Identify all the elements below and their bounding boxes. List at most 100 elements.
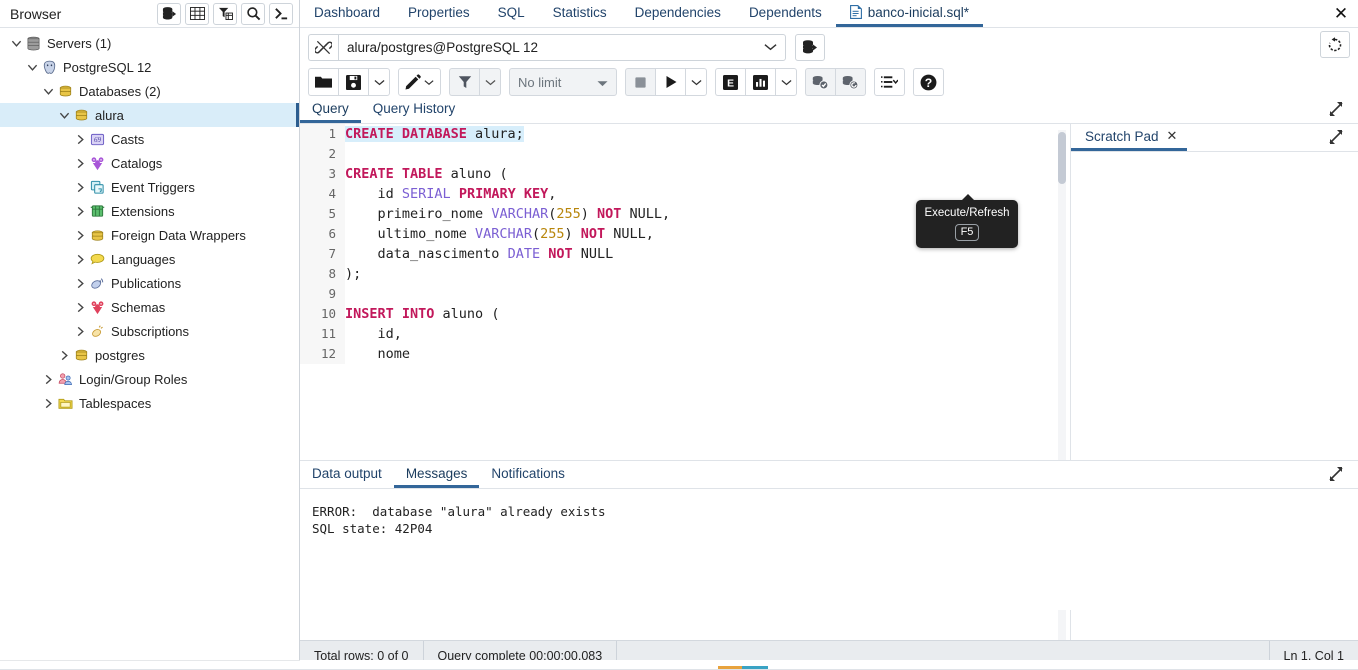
- tab-properties[interactable]: Properties: [394, 0, 484, 27]
- code-text[interactable]: );: [345, 264, 361, 284]
- tree-item-subscriptions[interactable]: Subscriptions: [0, 319, 299, 343]
- tab-query-history[interactable]: Query History: [361, 96, 468, 123]
- code-line[interactable]: 8);: [300, 264, 1070, 284]
- tab-sql[interactable]: SQL: [484, 0, 539, 27]
- code-text[interactable]: data_nascimento DATE NOT NULL: [345, 244, 614, 264]
- chevron-down-icon[interactable]: [8, 35, 24, 51]
- code-text[interactable]: CREATE TABLE aluno (: [345, 164, 508, 184]
- help-button[interactable]: ?: [913, 68, 944, 96]
- save-options-caret[interactable]: [368, 68, 390, 96]
- chevron-down-icon[interactable]: [56, 107, 72, 123]
- filter-table-icon[interactable]: [213, 2, 237, 25]
- background-page-sliver: [0, 660, 1358, 670]
- search-icon[interactable]: [241, 2, 265, 25]
- connection-select[interactable]: alura/postgres@PostgreSQL 12: [338, 33, 786, 61]
- row-limit-select[interactable]: No limit: [509, 68, 617, 96]
- explain-button[interactable]: E: [715, 68, 745, 96]
- open-file-button[interactable]: [308, 68, 338, 96]
- code-line[interactable]: 9: [300, 284, 1070, 304]
- tree-item-catalogs[interactable]: Catalogs: [0, 151, 299, 175]
- filter-button[interactable]: [449, 68, 479, 96]
- code-line[interactable]: 10 INSERT INTO aluno (: [300, 304, 1070, 324]
- tab-dependents[interactable]: Dependents: [735, 0, 836, 27]
- object-tree[interactable]: Servers (1) PostgreSQL 12 Databases (2) alu…: [0, 28, 299, 658]
- expand-diagonal-icon[interactable]: [1328, 466, 1344, 485]
- editor-scrollbar-thumb[interactable]: [1058, 132, 1066, 184]
- reset-layout-button[interactable]: [1320, 31, 1350, 58]
- chevron-down-icon[interactable]: [40, 83, 56, 99]
- execute-refresh-button[interactable]: [655, 68, 685, 96]
- code-text[interactable]: primeiro_nome VARCHAR(255) NOT NULL,: [345, 204, 671, 224]
- tree-item-databases-2[interactable]: Databases (2): [0, 79, 299, 103]
- chevron-right-icon[interactable]: [40, 371, 56, 387]
- tree-item-foreign-data-wrappers[interactable]: Foreign Data Wrappers: [0, 223, 299, 247]
- tree-item-tablespaces[interactable]: Tablespaces: [0, 391, 299, 415]
- code-text[interactable]: INSERT INTO aluno (: [345, 304, 499, 324]
- chevron-right-icon[interactable]: [72, 227, 88, 243]
- tab-dashboard[interactable]: Dashboard: [300, 0, 394, 27]
- expand-diagonal-icon[interactable]: [1328, 129, 1344, 148]
- tree-item-servers-1[interactable]: Servers (1): [0, 31, 299, 55]
- code-text[interactable]: CREATE DATABASE alura;: [345, 124, 524, 144]
- code-line[interactable]: 2: [300, 144, 1070, 164]
- tree-item-extensions[interactable]: Extensions: [0, 199, 299, 223]
- execute-options-caret[interactable]: [685, 68, 707, 96]
- tree-item-casts[interactable]: 69 Casts: [0, 127, 299, 151]
- tab-query[interactable]: Query: [300, 96, 361, 123]
- tab-banco-inicial-sql[interactable]: banco-inicial.sql*: [835, 0, 984, 27]
- tab-dependencies[interactable]: Dependencies: [621, 0, 735, 27]
- tree-item-schemas[interactable]: Schemas: [0, 295, 299, 319]
- expand-diagonal-icon[interactable]: [1328, 101, 1344, 120]
- close-icon[interactable]: ✕: [1324, 0, 1358, 27]
- code-line[interactable]: 12 nome: [300, 344, 1070, 364]
- chevron-right-icon[interactable]: [72, 323, 88, 339]
- macros-button[interactable]: [874, 68, 905, 96]
- code-line[interactable]: 3 CREATE TABLE aluno (: [300, 164, 1070, 184]
- chevron-right-icon[interactable]: [72, 299, 88, 315]
- tree-item-event-triggers[interactable]: Event Triggers: [0, 175, 299, 199]
- explain-options-caret[interactable]: [775, 68, 797, 96]
- grid-icon[interactable]: [185, 2, 209, 25]
- tab-statistics[interactable]: Statistics: [539, 0, 621, 27]
- edit-button[interactable]: [398, 68, 441, 96]
- terminal-icon[interactable]: [269, 2, 293, 25]
- code-text[interactable]: id,: [345, 324, 402, 344]
- line-number: 6: [300, 224, 345, 244]
- chevron-right-icon[interactable]: [56, 347, 72, 363]
- tree-item-postgresql-12[interactable]: PostgreSQL 12: [0, 55, 299, 79]
- tree-item-alura[interactable]: alura: [0, 103, 299, 127]
- chevron-right-icon[interactable]: [72, 155, 88, 171]
- chevron-down-icon[interactable]: [24, 59, 40, 75]
- tab-label: Dependents: [748, 4, 822, 20]
- explain-analyze-button[interactable]: [745, 68, 775, 96]
- code-text[interactable]: ultimo_nome VARCHAR(255) NOT NULL,: [345, 224, 654, 244]
- chevron-right-icon[interactable]: [72, 131, 88, 147]
- chevron-right-icon[interactable]: [72, 251, 88, 267]
- code-text[interactable]: id SERIAL PRIMARY KEY,: [345, 184, 557, 204]
- tab-data-output[interactable]: Data output: [300, 461, 394, 488]
- save-file-button[interactable]: [338, 68, 368, 96]
- chevron-right-icon[interactable]: [40, 395, 56, 411]
- code-text[interactable]: nome: [345, 344, 411, 364]
- code-line[interactable]: 11 id,: [300, 324, 1070, 344]
- tree-item-languages[interactable]: Languages: [0, 247, 299, 271]
- commit-button[interactable]: [805, 68, 835, 96]
- stop-query-button[interactable]: [625, 68, 655, 96]
- code-token: DATE: [507, 246, 549, 262]
- line-number: 9: [300, 284, 345, 304]
- chevron-right-icon[interactable]: [72, 203, 88, 219]
- tab-messages[interactable]: Messages: [393, 461, 480, 488]
- filter-options-caret[interactable]: [479, 68, 501, 96]
- tree-item-publications[interactable]: Publications: [0, 271, 299, 295]
- code-line[interactable]: 1 CREATE DATABASE alura;: [300, 124, 1070, 144]
- chevron-right-icon[interactable]: [72, 275, 88, 291]
- tab-notifications[interactable]: Notifications: [479, 461, 577, 488]
- database-select-button[interactable]: [795, 33, 825, 61]
- tab-scratch-pad[interactable]: Scratch Pad ✕: [1071, 124, 1188, 151]
- tree-item-login-group-roles[interactable]: Login/Group Roles: [0, 367, 299, 391]
- object-explorer-icon[interactable]: [157, 2, 181, 25]
- tree-item-postgres[interactable]: postgres: [0, 343, 299, 367]
- chevron-right-icon[interactable]: [72, 179, 88, 195]
- rollback-button[interactable]: [835, 68, 866, 96]
- close-icon[interactable]: ✕: [1167, 128, 1178, 144]
